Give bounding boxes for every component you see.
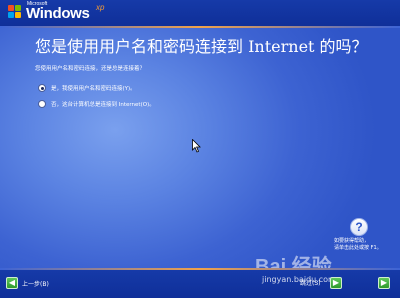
- help-line-2: 请单击此处或按 F1。: [334, 245, 382, 251]
- radio-no[interactable]: [38, 100, 46, 108]
- page-title: 您是使用用户名和密码连接到 Internet 的吗？: [35, 37, 368, 56]
- top-divider: [0, 26, 400, 28]
- windows-flag-icon: [8, 5, 22, 19]
- oobe-screen: Microsoft Windows xp 您是使用用户名和密码连接到 Inter…: [0, 0, 400, 298]
- radio-yes[interactable]: [38, 84, 46, 92]
- skip-label[interactable]: 跳过(S): [300, 278, 321, 287]
- watermark-url: jingyan.baidu.com: [262, 275, 336, 284]
- help-line-1: 如要获得帮助，: [334, 238, 370, 244]
- skip-arrow-icon[interactable]: ▶: [330, 277, 342, 289]
- back-label[interactable]: 上一步(B): [22, 279, 49, 288]
- mouse-cursor-icon: [192, 139, 201, 153]
- logo-xp-text: xp: [96, 3, 105, 12]
- option-no-label[interactable]: 否，这台计算机总是连接到 Internet(O)。: [51, 100, 155, 108]
- top-bar: Microsoft Windows xp: [0, 0, 400, 26]
- help-text[interactable]: 如要获得帮助， 请单击此处或按 F1。: [334, 238, 382, 252]
- logo-windows-text: Windows: [26, 5, 90, 22]
- question-text: 您使用用户名和密码连接，还是总是连接着？: [35, 66, 146, 72]
- back-arrow-icon[interactable]: ◀: [6, 277, 18, 289]
- next-arrow-icon[interactable]: ▶: [378, 277, 390, 289]
- option-yes-label[interactable]: 是，我使用用户名和密码连接(Y)。: [51, 84, 136, 92]
- help-icon[interactable]: ?: [350, 218, 368, 236]
